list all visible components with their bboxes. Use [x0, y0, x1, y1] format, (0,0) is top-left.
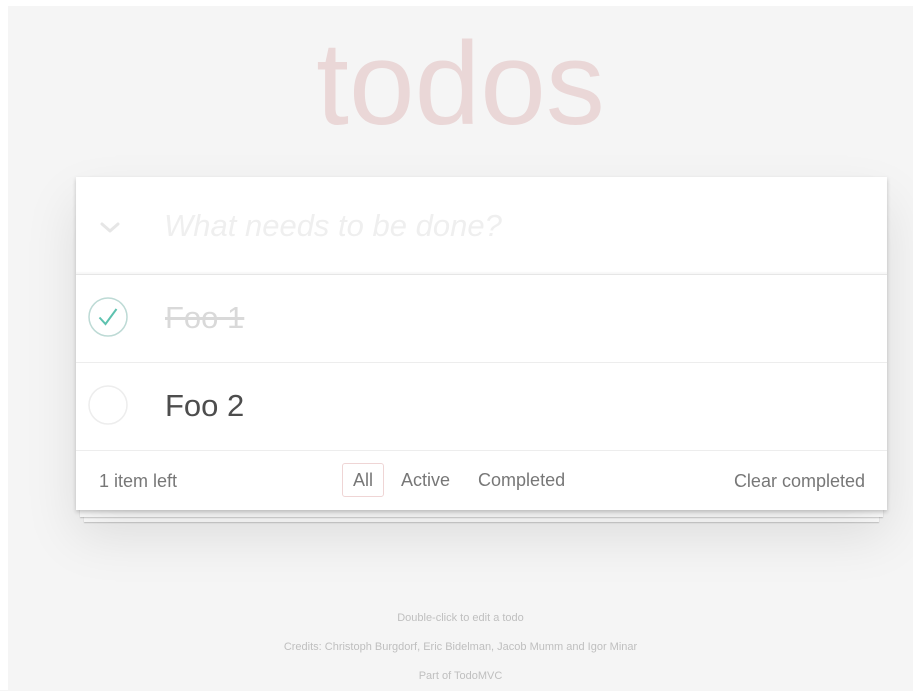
app-title: todos	[316, 18, 605, 150]
chevron-down-icon	[100, 222, 120, 233]
todo-page: todos Foo 1	[8, 6, 913, 690]
info-footer: Double-click to edit a todo Credits: Chr…	[8, 604, 913, 691]
todo-footer: 1 item left All Active Completed Clear c…	[76, 451, 887, 510]
todo-label[interactable]: Foo 1	[165, 297, 244, 339]
todo-complete-toggle[interactable]	[88, 297, 128, 337]
items-left-count: 1 item left	[99, 471, 178, 491]
filter-active[interactable]: Active	[390, 463, 461, 497]
todo-app-card: Foo 1 Foo 2 1 item left All Active Compl…	[76, 177, 887, 510]
todo-complete-toggle[interactable]	[88, 385, 128, 425]
filter-completed[interactable]: Completed	[467, 463, 576, 497]
todo-item[interactable]: Foo 1	[76, 275, 887, 363]
edit-hint: Double-click to edit a todo	[397, 612, 524, 624]
clear-completed-button[interactable]: Clear completed	[734, 471, 865, 492]
new-todo-input[interactable]	[164, 201, 864, 251]
todo-item[interactable]: Foo 2	[76, 363, 887, 451]
new-todo-row	[76, 177, 887, 275]
filter-list: All Active Completed	[342, 463, 582, 497]
empty-circle-icon	[88, 385, 128, 425]
toggle-all-button[interactable]	[90, 209, 130, 245]
card-stack-shadow-1	[80, 509, 883, 517]
todomvc-credit: Part of TodoMVC	[418, 670, 503, 682]
filter-all[interactable]: All	[342, 463, 385, 497]
todo-label[interactable]: Foo 2	[165, 385, 244, 427]
checkmark-circle-icon	[88, 297, 128, 337]
credits: Credits: Christoph Burgdorf, Eric Bidelm…	[283, 641, 638, 653]
